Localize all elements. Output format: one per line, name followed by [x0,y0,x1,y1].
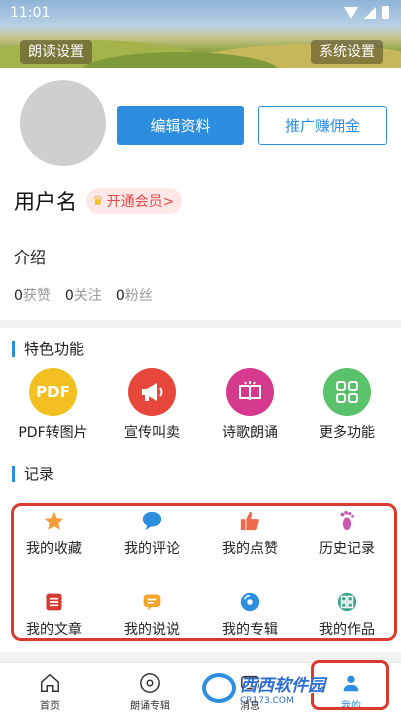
feature-label: 诗歌朗诵 [222,425,278,441]
feature-poem-reading[interactable]: 诗歌朗诵 [205,368,295,442]
divider [0,320,401,328]
status-time: 11:01 [10,5,51,21]
nav-albums[interactable]: 朗诵专辑 [110,671,190,712]
record-comments[interactable]: 我的评论 [112,510,192,558]
megaphone-icon [128,368,176,416]
username: 用户名 [14,190,77,214]
edit-profile-button[interactable]: 编辑资料 [117,106,244,145]
record-albums[interactable]: 我的专辑 [210,591,290,639]
title-bar [12,465,15,482]
nav-highlight-box [311,660,389,710]
feature-more[interactable]: 更多功能 [302,368,392,442]
feature-label: 宣传叫卖 [124,425,180,441]
chat-icon [112,591,192,613]
vip-badge-label: 开通会员> [106,194,175,210]
record-favorites[interactable]: 我的收藏 [14,510,94,558]
records-title: 记录 [12,463,54,484]
title-bar [12,340,15,357]
vip-badge[interactable]: ♛ 开通会员> [86,188,183,214]
status-bar: 11:01 [0,0,401,26]
grid-icon [323,368,371,416]
record-history[interactable]: 历史记录 [307,510,387,558]
promo-button[interactable]: 推广赚佣金 [258,106,387,145]
header-banner: 11:01 朗读设置 系统设置 [0,0,401,68]
record-articles[interactable]: 我的文章 [14,591,94,639]
feature-label: 更多功能 [319,425,375,441]
status-icons [344,6,389,19]
message-icon [210,671,290,695]
works-icon [307,591,387,613]
stat-fans[interactable]: 0粉丝 [116,285,153,305]
thumbs-up-icon [210,510,290,532]
feature-pdf-to-image[interactable]: PDF PDF转图片 [8,368,98,442]
feature-label: PDF转图片 [18,425,88,441]
battery-icon [382,6,389,19]
avatar[interactable] [20,80,106,166]
stat-likes[interactable]: 0获赞 [14,285,51,305]
crown-icon: ♛ [92,193,104,209]
system-settings-button[interactable]: 系统设置 [311,40,383,64]
feature-promote[interactable]: 宣传叫卖 [107,368,197,442]
wifi-icon [344,6,358,19]
record-posts[interactable]: 我的说说 [112,591,192,639]
home-icon [10,671,90,695]
pdf-icon: PDF [29,368,77,416]
footprint-icon [307,510,387,532]
comment-icon [112,510,192,532]
disc-icon [210,591,290,613]
signal-icon [364,6,376,19]
record-works[interactable]: 我的作品 [307,591,387,639]
book-icon [226,368,274,416]
intro-label: 介绍 [14,248,47,267]
nav-home[interactable]: 首页 [10,671,90,712]
nav-messages[interactable]: 消息 [210,671,290,712]
disc-icon [110,671,190,695]
features-title: 特色功能 [12,338,84,359]
record-likes[interactable]: 我的点赞 [210,510,290,558]
article-icon [14,591,94,613]
star-icon [14,510,94,532]
profile-stats: 0获赞 0关注 0粉丝 [14,285,153,305]
stat-following[interactable]: 0关注 [65,285,102,305]
read-settings-button[interactable]: 朗读设置 [20,40,92,64]
